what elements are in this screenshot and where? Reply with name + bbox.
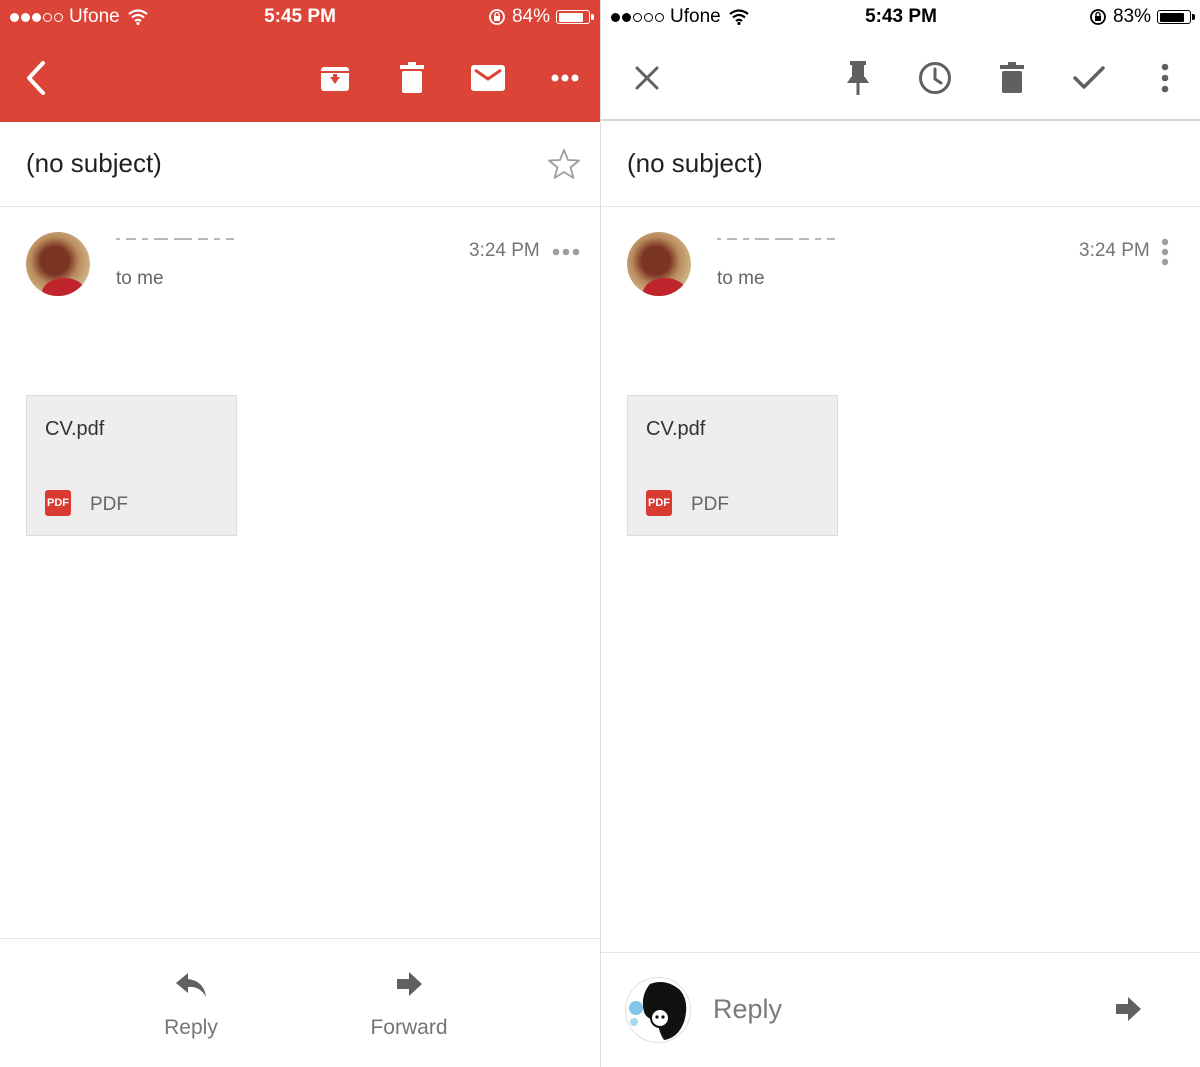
delete-button[interactable]	[391, 57, 433, 99]
attachment-card[interactable]: CV.pdf PDF PDF	[627, 395, 838, 536]
battery-fill	[1159, 12, 1184, 22]
close-icon	[635, 66, 659, 90]
status-bar: Ufone 5:45 PM 84%	[0, 0, 600, 34]
gmail-toolbar	[0, 34, 600, 122]
forward-label: Forward	[370, 1016, 448, 1039]
sender-avatar[interactable]	[26, 232, 90, 296]
more-vertical-icon	[1161, 238, 1169, 266]
rotation-lock-icon	[1090, 9, 1106, 25]
recipient-line[interactable]: to me	[116, 268, 164, 290]
battery-percent: 84%	[511, 6, 550, 27]
message-more-button[interactable]	[1153, 236, 1177, 268]
sender-avatar[interactable]	[627, 232, 691, 296]
forward-icon	[397, 972, 422, 996]
bottom-action-bar: Reply Forward	[0, 938, 600, 1067]
trash-icon	[400, 62, 424, 93]
forward-icon	[1116, 997, 1141, 1021]
archive-icon	[321, 67, 349, 91]
subject-row: (no subject)	[601, 122, 1200, 207]
pin-button[interactable]	[837, 56, 879, 100]
attachment-name: CV.pdf	[45, 418, 105, 440]
subject-row: (no subject)	[0, 122, 600, 207]
forward-button[interactable]	[1106, 989, 1150, 1029]
pdf-icon: PDF	[45, 490, 71, 516]
more-horizontal-icon	[552, 248, 580, 256]
more-button[interactable]	[545, 57, 585, 99]
message-time: 3:24 PM	[469, 240, 540, 261]
archive-button[interactable]	[314, 57, 356, 99]
user-avatar-icon	[629, 982, 687, 1040]
done-button[interactable]	[1068, 56, 1110, 100]
mail-icon	[471, 65, 505, 91]
pin-icon	[847, 61, 869, 95]
forward-button[interactable]: Forward	[360, 969, 458, 1049]
sender-name-redacted[interactable]	[116, 238, 234, 240]
more-button[interactable]	[1149, 56, 1181, 100]
more-vertical-icon	[1161, 63, 1169, 93]
back-button[interactable]	[20, 56, 52, 100]
attachment-type: PDF	[691, 494, 729, 515]
reply-field[interactable]: Reply	[701, 979, 1081, 1041]
attachment-type: PDF	[90, 494, 128, 515]
email-subject: (no subject)	[627, 148, 763, 178]
reply-placeholder: Reply	[713, 994, 783, 1024]
inbox-toolbar	[601, 34, 1200, 121]
recipient-line[interactable]: to me	[717, 268, 765, 290]
reply-button[interactable]: Reply	[150, 969, 232, 1049]
reply-bar: Reply	[601, 952, 1200, 1067]
status-bar: Ufone 5:43 PM 83%	[601, 0, 1200, 34]
battery-icon	[556, 10, 594, 24]
delete-button[interactable]	[991, 56, 1033, 100]
reply-label: Reply	[164, 1016, 218, 1039]
snooze-button[interactable]	[914, 56, 956, 100]
attachment-name: CV.pdf	[646, 418, 706, 440]
battery-percent: 83%	[1112, 6, 1151, 27]
pdf-icon: PDF	[646, 490, 672, 516]
battery-area: 83%	[1089, 6, 1195, 28]
rotation-lock-icon	[489, 9, 505, 25]
message-time: 3:24 PM	[1079, 240, 1150, 261]
message-more-button[interactable]	[548, 240, 584, 264]
gmail-pane: Ufone 5:45 PM 84% (no subject) to me 3:2…	[0, 0, 600, 1067]
battery-fill	[558, 12, 583, 22]
trash-icon	[1000, 62, 1024, 93]
star-icon	[548, 149, 580, 179]
inbox-pane: Ufone 5:43 PM 83% (no subject) to me 3:2…	[600, 0, 1200, 1067]
battery-area: 84%	[488, 6, 594, 28]
close-button[interactable]	[627, 56, 667, 100]
email-subject: (no subject)	[26, 148, 162, 178]
user-avatar	[625, 977, 691, 1043]
attachment-card[interactable]: CV.pdf PDF PDF	[26, 395, 237, 536]
more-horizontal-icon	[551, 74, 579, 82]
chevron-left-icon	[27, 61, 45, 95]
mark-unread-button[interactable]	[466, 57, 510, 99]
battery-icon	[1157, 10, 1195, 24]
star-button[interactable]	[544, 144, 584, 184]
reply-icon	[176, 973, 206, 997]
check-icon	[1073, 66, 1105, 89]
clock-icon	[919, 62, 951, 94]
sender-name-redacted[interactable]	[717, 238, 835, 240]
